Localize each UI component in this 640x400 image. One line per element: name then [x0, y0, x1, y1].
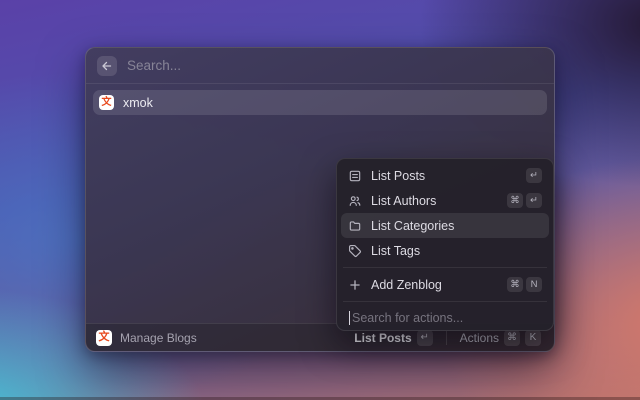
- zenblog-logo-icon: 文: [99, 95, 114, 110]
- action-item-add-zenblog[interactable]: Add Zenblog ⌘ N: [341, 272, 549, 297]
- action-item-list-authors[interactable]: List Authors ⌘ ↵: [341, 188, 549, 213]
- result-list: 文 xmok: [86, 84, 554, 121]
- action-label: Add Zenblog: [371, 278, 442, 292]
- back-button[interactable]: [97, 56, 117, 76]
- cmd-key-badge: ⌘: [507, 193, 523, 208]
- action-label: List Tags: [371, 244, 420, 258]
- action-item-list-categories[interactable]: List Categories: [341, 213, 549, 238]
- return-key-badge: ↵: [526, 193, 542, 208]
- tag-icon: [348, 244, 362, 258]
- return-key-badge: ↵: [526, 168, 542, 183]
- actions-search-wrap: [341, 306, 549, 330]
- people-icon: [348, 194, 362, 208]
- panel-divider: [343, 301, 547, 302]
- search-bar: [86, 48, 554, 84]
- k-key-badge: K: [525, 330, 541, 346]
- folder-icon: [348, 219, 362, 233]
- text-cursor: [349, 311, 350, 325]
- actions-search-input[interactable]: [349, 311, 541, 325]
- footer-separator: [446, 331, 447, 345]
- panel-divider: [343, 267, 547, 268]
- zenblog-logo-icon: 文: [96, 330, 112, 346]
- cmd-key-badge: ⌘: [504, 330, 520, 346]
- primary-action-label: List Posts: [354, 331, 411, 345]
- actions-label: Actions: [460, 331, 499, 345]
- footer-app-label: Manage Blogs: [120, 331, 197, 345]
- arrow-left-icon: [101, 60, 113, 72]
- action-item-list-posts[interactable]: List Posts ↵: [341, 163, 549, 188]
- action-label: List Posts: [371, 169, 425, 183]
- actions-panel: List Posts ↵ List Authors ⌘ ↵ List Categ…: [336, 158, 554, 331]
- list-icon: [348, 169, 362, 183]
- return-key-badge: ↵: [417, 330, 433, 346]
- result-title: xmok: [123, 96, 153, 110]
- list-item-xmok[interactable]: 文 xmok: [93, 90, 547, 115]
- action-label: List Categories: [371, 219, 454, 233]
- cmd-key-badge: ⌘: [507, 277, 523, 292]
- n-key-badge: N: [526, 277, 542, 292]
- search-input[interactable]: [127, 58, 543, 73]
- plus-icon: [348, 278, 362, 292]
- action-label: List Authors: [371, 194, 436, 208]
- action-item-list-tags[interactable]: List Tags: [341, 238, 549, 263]
